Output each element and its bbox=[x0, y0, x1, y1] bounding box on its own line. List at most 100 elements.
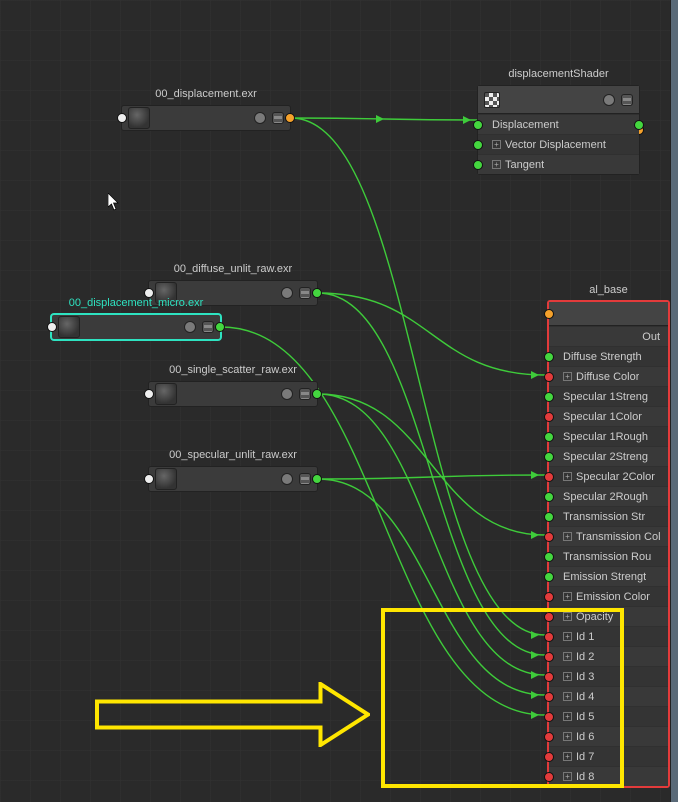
expand-icon[interactable]: + bbox=[563, 612, 572, 621]
attr-label: Displacement bbox=[492, 119, 559, 131]
input-port[interactable] bbox=[544, 752, 554, 762]
output-port[interactable] bbox=[634, 120, 644, 130]
input-port[interactable] bbox=[473, 160, 483, 170]
input-port[interactable] bbox=[544, 452, 554, 462]
shader-attr-row[interactable]: +Id 5 bbox=[549, 706, 668, 726]
expand-icon[interactable]: + bbox=[563, 532, 572, 541]
output-port[interactable] bbox=[312, 288, 322, 298]
shader-attr-row[interactable]: +Opacity bbox=[549, 606, 668, 626]
node-control-s[interactable] bbox=[603, 94, 615, 106]
expand-icon[interactable]: + bbox=[563, 472, 572, 481]
input-port[interactable] bbox=[544, 309, 554, 319]
shader-attr-row[interactable]: +Diffuse Color bbox=[549, 366, 668, 386]
node-title: displacementShader bbox=[478, 68, 639, 80]
expand-icon[interactable]: + bbox=[563, 672, 572, 681]
shader-attr-row[interactable]: +Id 6 bbox=[549, 726, 668, 746]
node-control-menu[interactable] bbox=[299, 388, 311, 400]
input-port[interactable] bbox=[144, 474, 154, 484]
input-port[interactable] bbox=[544, 392, 554, 402]
expand-icon[interactable]: + bbox=[563, 632, 572, 641]
node-control-menu[interactable] bbox=[621, 94, 633, 106]
node-control-s[interactable] bbox=[281, 287, 293, 299]
shader-attr-row[interactable]: Diffuse Strength bbox=[549, 346, 668, 366]
shader-attr-row[interactable]: +Id 1 bbox=[549, 626, 668, 646]
node-title: al_base bbox=[549, 284, 668, 296]
node-control-s[interactable] bbox=[254, 112, 266, 124]
al-base-shader-node[interactable]: al_baseOutDiffuse Strength+Diffuse Color… bbox=[547, 300, 670, 788]
node-control-menu[interactable] bbox=[299, 473, 311, 485]
expand-icon[interactable]: + bbox=[563, 692, 572, 701]
node-control-menu[interactable] bbox=[272, 112, 284, 124]
output-port[interactable] bbox=[312, 389, 322, 399]
shader-attr-row[interactable]: +Id 2 bbox=[549, 646, 668, 666]
input-port[interactable] bbox=[544, 612, 554, 622]
shader-attr-row[interactable]: Transmission Rou bbox=[549, 546, 668, 566]
expand-icon[interactable]: + bbox=[563, 712, 572, 721]
shader-attr-row[interactable]: Specular 2Streng bbox=[549, 446, 668, 466]
shader-attr-row[interactable]: +Id 7 bbox=[549, 746, 668, 766]
input-port[interactable] bbox=[544, 572, 554, 582]
shader-attr-row[interactable]: +Id 4 bbox=[549, 686, 668, 706]
input-port[interactable] bbox=[117, 113, 127, 123]
input-port[interactable] bbox=[544, 592, 554, 602]
input-port[interactable] bbox=[544, 632, 554, 642]
input-port[interactable] bbox=[544, 412, 554, 422]
input-port[interactable] bbox=[544, 772, 554, 782]
input-port[interactable] bbox=[544, 652, 554, 662]
node-header[interactable] bbox=[478, 86, 639, 114]
expand-icon[interactable]: + bbox=[563, 732, 572, 741]
expand-icon[interactable]: + bbox=[563, 592, 572, 601]
shader-attr-row[interactable]: Specular 2Rough bbox=[549, 486, 668, 506]
node-control-s[interactable] bbox=[281, 473, 293, 485]
texture-node-disp_micro[interactable]: 00_displacement_micro.exr bbox=[51, 314, 221, 340]
expand-icon[interactable]: + bbox=[563, 372, 572, 381]
input-port[interactable] bbox=[544, 532, 554, 542]
shader-attr-row[interactable]: +Id 3 bbox=[549, 666, 668, 686]
input-port[interactable] bbox=[473, 140, 483, 150]
shader-attr-row[interactable]: Specular 1Streng bbox=[549, 386, 668, 406]
input-port[interactable] bbox=[144, 389, 154, 399]
output-port[interactable] bbox=[215, 322, 225, 332]
node-control-menu[interactable] bbox=[299, 287, 311, 299]
texture-node-specular[interactable]: 00_specular_unlit_raw.exr bbox=[148, 466, 318, 492]
shader-attr-row[interactable]: Transmission Str bbox=[549, 506, 668, 526]
shader-attr-row[interactable]: +Vector Displacement bbox=[478, 134, 639, 154]
input-port[interactable] bbox=[544, 492, 554, 502]
input-port[interactable] bbox=[544, 712, 554, 722]
displacement-shader-node[interactable]: displacementShaderDisplacement+Vector Di… bbox=[477, 85, 640, 175]
expand-icon[interactable]: + bbox=[563, 752, 572, 761]
shader-attr-row[interactable]: Out bbox=[549, 326, 668, 346]
texture-node-single_scatter[interactable]: 00_single_scatter_raw.exr bbox=[148, 381, 318, 407]
input-port[interactable] bbox=[544, 512, 554, 522]
node-control-menu[interactable] bbox=[202, 321, 214, 333]
shader-attr-row[interactable]: Specular 1Rough bbox=[549, 426, 668, 446]
shader-attr-row[interactable]: Specular 1Color bbox=[549, 406, 668, 426]
output-port[interactable] bbox=[285, 113, 295, 123]
node-header[interactable] bbox=[549, 302, 668, 326]
input-port[interactable] bbox=[544, 692, 554, 702]
input-port[interactable] bbox=[47, 322, 57, 332]
input-port[interactable] bbox=[544, 352, 554, 362]
input-port[interactable] bbox=[544, 432, 554, 442]
expand-icon[interactable]: + bbox=[492, 140, 501, 149]
input-port[interactable] bbox=[544, 552, 554, 562]
node-control-s[interactable] bbox=[184, 321, 196, 333]
input-port[interactable] bbox=[544, 372, 554, 382]
node-control-s[interactable] bbox=[281, 388, 293, 400]
output-port[interactable] bbox=[312, 474, 322, 484]
shader-attr-row[interactable]: +Transmission Col bbox=[549, 526, 668, 546]
shader-attr-row[interactable]: Emission Strengt bbox=[549, 566, 668, 586]
input-port[interactable] bbox=[544, 472, 554, 482]
shader-attr-row[interactable]: +Id 8 bbox=[549, 766, 668, 786]
shader-attr-row[interactable]: Displacement bbox=[478, 114, 639, 134]
input-port[interactable] bbox=[544, 672, 554, 682]
shader-attr-row[interactable]: +Tangent bbox=[478, 154, 639, 174]
shader-attr-row[interactable]: +Specular 2Color bbox=[549, 466, 668, 486]
input-port[interactable] bbox=[473, 120, 483, 130]
expand-icon[interactable]: + bbox=[492, 160, 501, 169]
expand-icon[interactable]: + bbox=[563, 652, 572, 661]
input-port[interactable] bbox=[544, 732, 554, 742]
expand-icon[interactable]: + bbox=[563, 772, 572, 781]
shader-attr-row[interactable]: +Emission Color bbox=[549, 586, 668, 606]
texture-node-displacement[interactable]: 00_displacement.exr bbox=[121, 105, 291, 131]
